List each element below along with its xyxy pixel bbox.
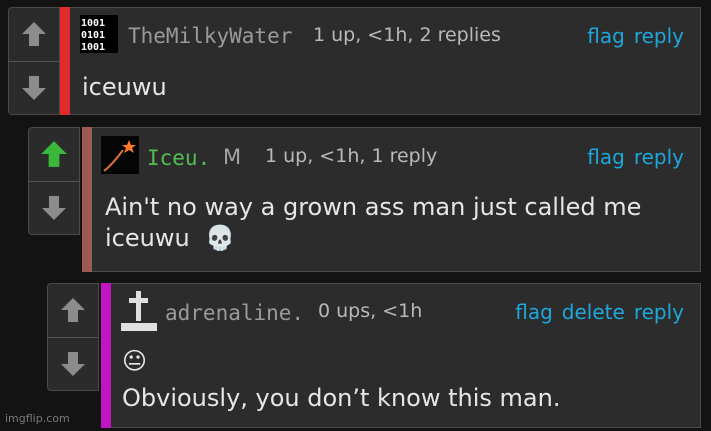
svg-text:0101: 0101 <box>81 30 105 41</box>
arrow-down-icon <box>61 351 85 376</box>
avatar[interactable] <box>118 289 160 337</box>
skull-emoji: 💀 <box>205 224 236 252</box>
comment-actions: flag delete reply <box>515 300 684 324</box>
vote-box <box>8 7 60 115</box>
comment-text: Ain't no way a grown ass man just called… <box>105 192 641 254</box>
arrow-up-icon <box>61 298 85 323</box>
comment-body: Iceu. M 1 up, <1h, 1 reply flag reply Ai… <box>92 127 701 272</box>
delete-link[interactable]: delete <box>562 300 625 324</box>
username[interactable]: TheMilkyWater <box>128 24 292 48</box>
comment-1: 1001 0101 1001 TheMilkyWater 1 up, <1h, … <box>8 7 701 115</box>
flag-link[interactable]: flag <box>587 145 625 169</box>
comment-meta: 1 up, <1h, 2 replies <box>313 24 501 46</box>
comment-bar <box>101 283 111 428</box>
downvote-button[interactable] <box>9 60 59 115</box>
shooting-star-icon <box>101 136 139 174</box>
username[interactable]: Iceu. <box>147 146 210 170</box>
reply-link[interactable]: reply <box>634 24 684 48</box>
avatar[interactable]: 1001 0101 1001 <box>80 15 118 57</box>
avatar[interactable] <box>101 136 139 178</box>
comment-actions: flag reply <box>587 145 684 169</box>
neutral-face-emoji: 😐 <box>122 347 148 375</box>
arrow-up-icon <box>41 141 67 168</box>
comment-text-line: Ain't no way a grown ass man just called… <box>105 193 642 221</box>
comment-text: 😐 Obviously, you don’t know this man. <box>122 346 560 414</box>
comment-bar <box>82 127 92 272</box>
arrow-down-icon <box>42 195 66 220</box>
binary-pixel-icon: 1001 0101 1001 <box>80 15 118 53</box>
reply-link[interactable]: reply <box>634 145 684 169</box>
grave-cross-icon <box>121 291 157 331</box>
comment-meta: 0 ups, <1h <box>318 300 423 322</box>
comment-text-line: iceuwu <box>82 73 167 101</box>
downvote-button[interactable] <box>48 336 98 391</box>
arrow-up-icon <box>22 22 46 47</box>
comment-text-line-with-emoji: iceuwu 💀 <box>105 223 641 254</box>
comment-text-line: iceuwu <box>105 224 190 252</box>
arrow-down-icon <box>22 75 46 100</box>
comment-actions: flag reply <box>587 24 684 48</box>
comment-3: adrenaline. 0 ups, <1h flag delete reply… <box>47 283 701 428</box>
comment-text: iceuwu <box>82 72 167 103</box>
username[interactable]: adrenaline. <box>165 301 304 325</box>
comment-body: adrenaline. 0 ups, <1h flag delete reply… <box>111 283 701 428</box>
svg-text:1001: 1001 <box>81 18 105 29</box>
svg-text:1001: 1001 <box>81 42 105 53</box>
comment-body: 1001 0101 1001 TheMilkyWater 1 up, <1h, … <box>70 7 701 115</box>
comment-bar <box>60 7 70 115</box>
watermark: imgflip.com <box>5 412 70 425</box>
comment-text-line: Obviously, you don’t know this man. <box>122 384 561 412</box>
reply-link[interactable]: reply <box>634 300 684 324</box>
vote-box <box>28 127 80 235</box>
mod-badge: M <box>223 145 242 169</box>
downvote-button[interactable] <box>29 180 79 235</box>
upvote-button[interactable] <box>29 128 79 181</box>
flag-link[interactable]: flag <box>515 300 553 324</box>
upvote-button[interactable] <box>48 284 98 337</box>
comment-meta: 1 up, <1h, 1 reply <box>265 145 438 167</box>
flag-link[interactable]: flag <box>587 24 625 48</box>
upvote-button[interactable] <box>9 8 59 61</box>
comment-2: Iceu. M 1 up, <1h, 1 reply flag reply Ai… <box>28 127 701 272</box>
vote-box <box>47 283 99 391</box>
